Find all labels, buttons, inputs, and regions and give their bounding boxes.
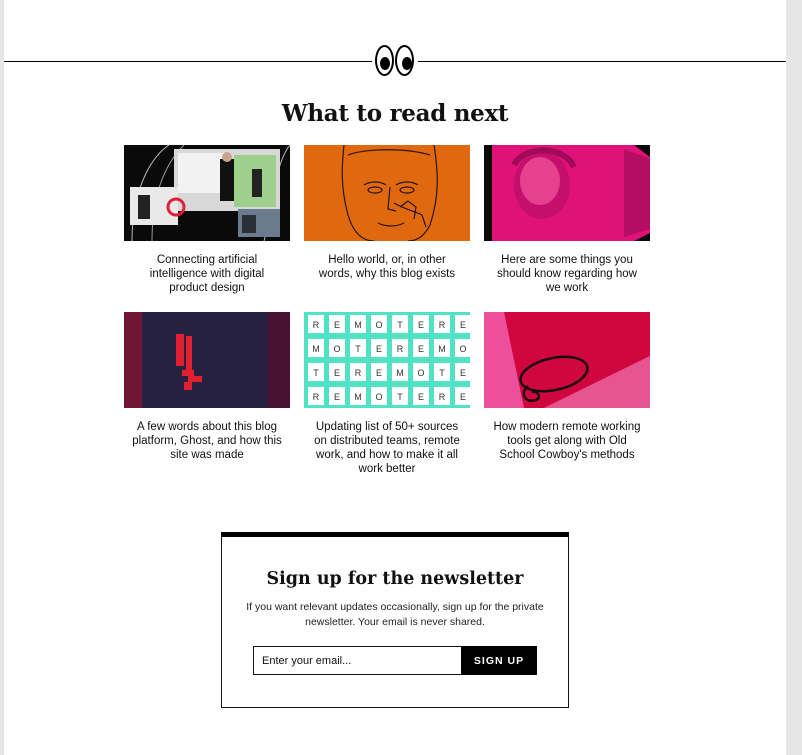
letter-tile-label: E — [334, 320, 340, 330]
letter-tile-label: R — [439, 320, 446, 330]
letter-tile-label: R — [313, 392, 320, 402]
post-thumbnail[interactable] — [124, 145, 290, 241]
letter-tile-label: E — [334, 368, 340, 378]
post-title[interactable]: Here are some things you should know reg… — [484, 253, 650, 295]
letter-tile-label: E — [460, 320, 466, 330]
post-thumbnail[interactable]: R E M O T E R E M O T E R E M O T E R E M O T E R E M O T E R E — [304, 312, 470, 408]
letter-tile-label: M — [354, 320, 362, 330]
letter-tile-label: O — [375, 320, 382, 330]
newsletter-description: If you want relevant updates occasionall… — [246, 601, 544, 628]
newsletter-title: Sign up for the newsletter — [266, 569, 524, 589]
letter-tile-label: R — [439, 392, 446, 402]
post-title[interactable]: How modern remote working tools get alon… — [484, 420, 650, 462]
post-card[interactable]: Hello world, or, in other words, why thi… — [304, 145, 470, 281]
post-thumbnail[interactable] — [124, 312, 290, 408]
letter-tile-label: O — [459, 344, 466, 354]
letter-tile-label: E — [418, 392, 424, 402]
post-card[interactable]: Here are some things you should know reg… — [484, 145, 650, 295]
sign-up-button[interactable]: SIGN UP — [461, 646, 537, 675]
post-card[interactable]: Connecting artificial intelligence with … — [124, 145, 290, 295]
letter-tile-label: M — [438, 344, 446, 354]
post-card[interactable]: A few words about this blog platform, Gh… — [124, 312, 290, 462]
post-title[interactable]: Updating list of 50+ sources on distribu… — [304, 420, 470, 476]
letter-tile-label: T — [439, 368, 445, 378]
letter-tile-label: O — [333, 344, 340, 354]
googly-eyes-icon — [372, 43, 418, 79]
letter-tile-label: E — [334, 392, 340, 402]
letter-tile-label: R — [397, 344, 404, 354]
letter-tile-label: E — [376, 368, 382, 378]
letter-tile-label: E — [460, 392, 466, 402]
letter-tile-label: R — [313, 320, 320, 330]
page: What to read next Connecting artificial … — [4, 0, 786, 755]
letter-tile-label: T — [313, 368, 319, 378]
letter-tile-label: O — [417, 368, 424, 378]
letter-tile-label: E — [418, 320, 424, 330]
post-thumbnail[interactable] — [304, 145, 470, 241]
letter-tile-label: E — [376, 344, 382, 354]
letter-tile-label: T — [397, 320, 403, 330]
post-thumbnail[interactable] — [484, 312, 650, 408]
post-card[interactable]: How modern remote working tools get alon… — [484, 312, 650, 462]
letter-tile-label: M — [354, 392, 362, 402]
post-title[interactable]: A few words about this blog platform, Gh… — [124, 420, 290, 462]
post-title[interactable]: Hello world, or, in other words, why thi… — [304, 253, 470, 281]
letter-tile-label: T — [355, 344, 361, 354]
letter-tile-label: R — [355, 368, 362, 378]
right-eye-icon — [395, 45, 414, 76]
email-input[interactable] — [253, 646, 462, 675]
letter-tile-label: T — [397, 392, 403, 402]
post-thumbnail[interactable] — [484, 145, 650, 241]
left-eye-icon — [375, 45, 394, 76]
letter-tile-label: E — [418, 344, 424, 354]
letter-tile-label: E — [460, 368, 466, 378]
letter-tile-label: M — [396, 368, 404, 378]
post-card[interactable]: R E M O T E R E M O T E R E M O T E R E M O T E R E M O T E R E Updatin… — [304, 312, 470, 476]
letter-tile-label: O — [375, 392, 382, 402]
post-title[interactable]: Connecting artificial intelligence with … — [124, 253, 290, 295]
section-title: What to read next — [281, 100, 509, 127]
newsletter-box: Sign up for the newsletter If you want r… — [221, 532, 569, 708]
letter-tile-label: M — [312, 344, 320, 354]
